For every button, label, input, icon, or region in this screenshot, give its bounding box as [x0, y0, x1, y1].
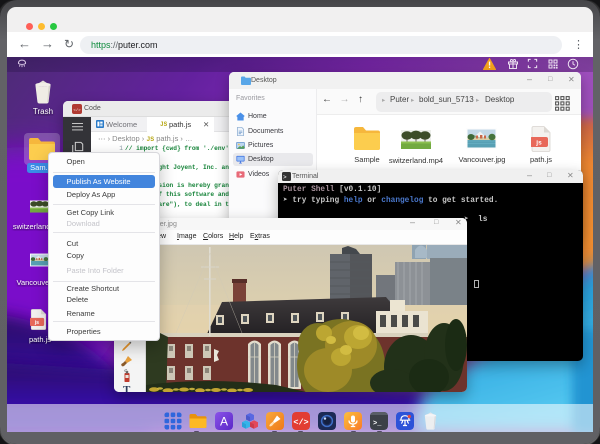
svg-text:>: > — [283, 174, 287, 181]
svg-text:js: js — [34, 320, 39, 326]
svg-text:</>: </> — [293, 418, 308, 428]
svg-text:A: A — [219, 415, 227, 429]
svg-text:</>: </> — [73, 108, 81, 113]
svg-text:js: js — [535, 140, 542, 147]
svg-text:>_: >_ — [373, 420, 382, 428]
